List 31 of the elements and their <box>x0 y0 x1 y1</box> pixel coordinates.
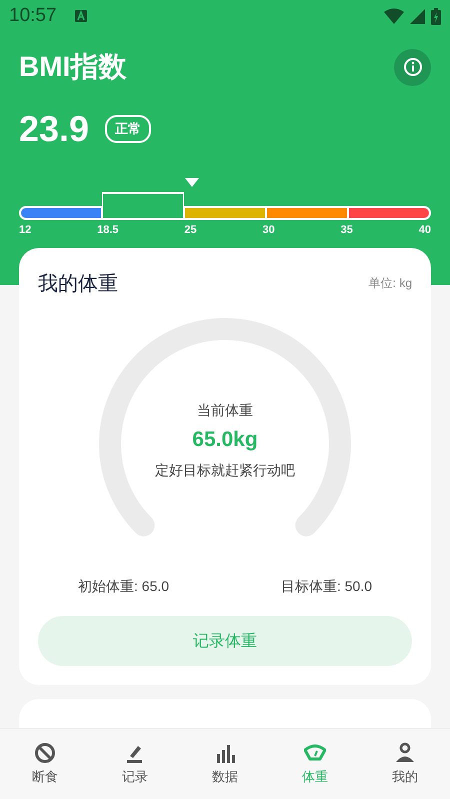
signal-icon <box>410 8 425 24</box>
target-weight: 目标体重: 50.0 <box>280 578 372 596</box>
pointer-icon <box>185 178 200 188</box>
scale-label: 40 <box>418 224 431 236</box>
initial-weight: 初始体重: 65.0 <box>78 578 170 596</box>
scale-label: 25 <box>184 224 197 236</box>
nav-tab[interactable]: 断食 <box>0 729 90 799</box>
scale-label: 30 <box>262 224 275 236</box>
nav-tab[interactable]: 我的 <box>360 729 450 799</box>
page-title: BMI指数 <box>19 50 126 84</box>
battery-icon <box>431 8 441 24</box>
bmi-value: 23.9 <box>19 108 90 150</box>
gauge-label: 当前体重 <box>197 402 253 420</box>
bar-chart-icon <box>214 742 236 764</box>
nav-tab[interactable]: 记录 <box>90 729 180 799</box>
nav-tab[interactable]: 数据 <box>180 729 270 799</box>
ban-icon <box>34 742 56 764</box>
info-icon <box>404 58 422 76</box>
gauge-hint: 定好目标就赶紧行动吧 <box>155 462 295 480</box>
scale-label: 12 <box>19 224 32 236</box>
wifi-icon <box>384 8 404 24</box>
unit-label: 单位: kg <box>368 275 412 292</box>
person-icon <box>394 742 416 764</box>
category-badge: 正常 <box>105 115 152 143</box>
status-time: 10:57 <box>9 5 57 27</box>
current-weight: 65.0kg <box>192 428 258 452</box>
info-button[interactable] <box>394 48 431 86</box>
scale-label: 18.5 <box>97 224 119 236</box>
notification-icon <box>74 10 87 22</box>
scale-label: 35 <box>340 224 353 236</box>
card-title: 我的体重 <box>38 272 118 297</box>
